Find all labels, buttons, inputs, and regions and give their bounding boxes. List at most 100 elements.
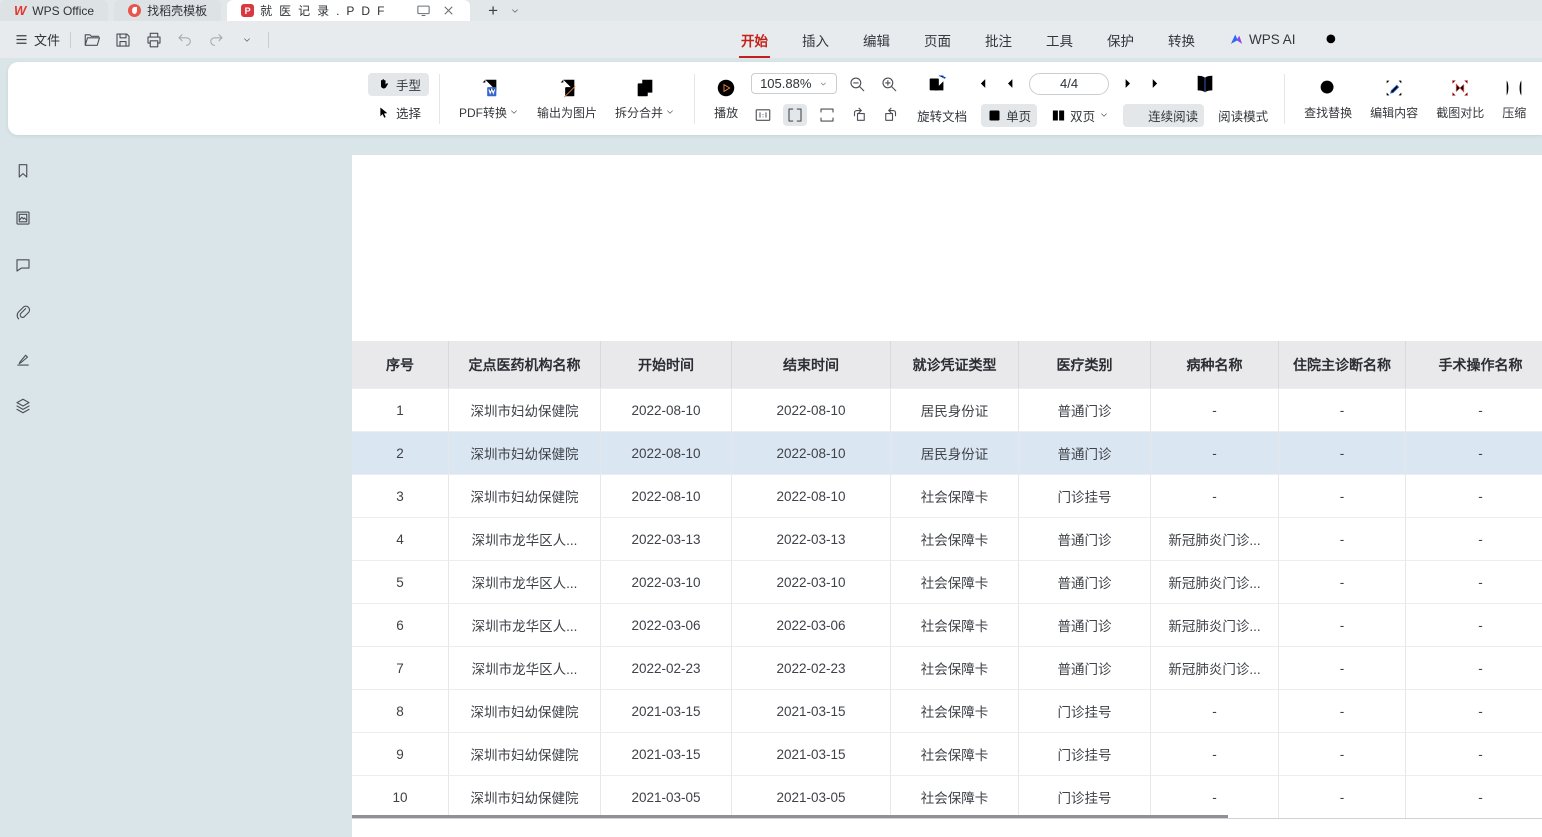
attachments-icon[interactable] (10, 299, 36, 325)
first-page-button[interactable] (971, 74, 992, 93)
redo-button[interactable] (205, 29, 227, 51)
tab-tools[interactable]: 工具 (1044, 26, 1075, 54)
tab-wps-ai[interactable]: WPS AI (1227, 28, 1298, 51)
next-page-button[interactable] (1117, 74, 1138, 93)
read-mode-button[interactable]: 阅读模式 (1212, 104, 1274, 127)
document-title: 就医记录.PDF (260, 2, 391, 19)
table-header: 序号定点医药机构名称开始时间结束时间就诊凭证类型医疗类别病种名称住院主诊断名称手… (352, 341, 1542, 388)
table-cell: - (1150, 431, 1278, 474)
table-cell: 普通门诊 (1018, 431, 1150, 474)
last-page-button[interactable] (1146, 74, 1167, 93)
table-cell: - (1278, 431, 1405, 474)
tab-docer-templates[interactable]: 找稻壳模板 (114, 0, 221, 21)
rotate-left-button[interactable] (847, 104, 871, 126)
previous-page-button[interactable] (1000, 74, 1021, 93)
zoom-out-button[interactable] (845, 73, 869, 95)
play-button[interactable]: 播放 (705, 75, 747, 123)
comments-icon[interactable] (10, 252, 36, 278)
find-replace-button[interactable]: 查找替换 (1295, 75, 1361, 123)
table-cell: 深圳市妇幼保健院 (448, 732, 600, 775)
actual-size-button[interactable] (751, 104, 775, 126)
tab-page[interactable]: 页面 (922, 26, 953, 54)
page-number-input[interactable] (1029, 73, 1109, 95)
open-file-button[interactable] (81, 29, 103, 51)
hand-tool-button[interactable]: 手型 (368, 73, 429, 96)
table-row: 7深圳市龙华区人...2022-02-232022-02-23社会保障卡普通门诊… (352, 646, 1542, 689)
ribbon-search-icon[interactable] (1324, 32, 1339, 47)
tab-protect[interactable]: 保护 (1105, 26, 1136, 54)
table-cell: 社会保障卡 (890, 603, 1018, 646)
single-page-button[interactable]: 单页 (981, 104, 1037, 127)
window-tab-bar: W WPS Office 找稻壳模板 P 就医记录.PDF + (0, 0, 1542, 21)
chevron-down-icon (665, 107, 675, 117)
table-cell: - (1278, 560, 1405, 603)
tab-insert[interactable]: 插入 (800, 26, 831, 54)
double-page-button[interactable]: 双页 (1045, 104, 1115, 127)
read-mode-book-icon[interactable] (1191, 71, 1219, 97)
table-cell: 深圳市龙华区人... (448, 517, 600, 560)
column-header: 定点医药机构名称 (448, 341, 600, 388)
table-cell: - (1150, 388, 1278, 431)
table-cell: - (1150, 732, 1278, 775)
edit-content-button[interactable]: 编辑内容 (1361, 75, 1427, 123)
table-horizontal-scrollbar[interactable] (352, 815, 1228, 818)
thumbnails-icon[interactable] (10, 205, 36, 231)
fit-page-button[interactable] (815, 104, 839, 126)
table-cell: 新冠肺炎门诊... (1150, 646, 1278, 689)
tab-wps-office[interactable]: W WPS Office (0, 0, 108, 21)
compress-button[interactable]: 压缩 (1493, 75, 1535, 123)
print-button[interactable] (143, 29, 165, 51)
table-cell: - (1150, 775, 1278, 818)
rotate-document-button[interactable]: 旋转文档 (911, 104, 973, 127)
chevron-down-icon (509, 107, 519, 117)
table-bottom-border (352, 818, 1542, 819)
bookmarks-icon[interactable] (10, 158, 36, 184)
save-button[interactable] (112, 29, 134, 51)
table-cell: 2022-02-23 (600, 646, 731, 689)
fit-width-button[interactable] (783, 104, 807, 126)
table-cell: 居民身份证 (890, 431, 1018, 474)
table-cell: 2022-08-10 (600, 388, 731, 431)
table-cell: 2021-03-15 (731, 689, 890, 732)
table-cell: 2021-03-05 (600, 775, 731, 818)
table-cell: - (1278, 775, 1405, 818)
table-cell: 深圳市龙华区人... (448, 646, 600, 689)
file-menu-button[interactable]: 文件 (0, 30, 70, 49)
table-cell: 深圳市妇幼保健院 (448, 388, 600, 431)
tab-list-chevron-icon[interactable] (510, 6, 520, 16)
tab-edit[interactable]: 编辑 (861, 26, 892, 54)
ribbon-toolbar: 手型 选择 PDF转换 输出为图片 拆分合并 播放 105.88% (8, 62, 1542, 135)
table-cell: 普通门诊 (1018, 388, 1150, 431)
table-cell: - (1405, 560, 1542, 603)
new-tab-button[interactable]: + (484, 1, 502, 21)
table-cell: - (1405, 646, 1542, 689)
layers-icon[interactable] (10, 393, 36, 419)
pdf-convert-label: PDF转换 (459, 104, 507, 121)
tab-convert[interactable]: 转换 (1166, 26, 1197, 54)
continuous-reading-button[interactable]: 连续阅读 (1123, 104, 1204, 127)
tab-document-pdf[interactable]: P 就医记录.PDF (227, 0, 470, 21)
split-merge-button[interactable]: 拆分合并 (606, 75, 684, 123)
annotate-pen-icon[interactable] (10, 346, 36, 372)
pdf-file-icon: P (241, 4, 254, 17)
zoom-in-button[interactable] (877, 73, 901, 95)
select-tool-button[interactable]: 选择 (368, 101, 429, 124)
undo-button[interactable] (174, 29, 196, 51)
table-cell: 9 (352, 732, 448, 775)
zoom-level-combo[interactable]: 105.88% (751, 73, 837, 94)
table-cell: 新冠肺炎门诊... (1150, 517, 1278, 560)
rotate-pages-icon[interactable] (923, 71, 951, 97)
table-cell: 2022-08-10 (600, 431, 731, 474)
divider (268, 32, 269, 48)
monitor-icon[interactable] (416, 3, 431, 18)
close-tab-icon[interactable] (441, 3, 456, 18)
screenshot-compare-button[interactable]: 截图对比 (1427, 75, 1493, 123)
pdf-convert-button[interactable]: PDF转换 (450, 75, 528, 123)
tab-comment[interactable]: 批注 (983, 26, 1014, 54)
export-image-button[interactable]: 输出为图片 (528, 75, 606, 123)
table-cell: 2022-08-10 (731, 474, 890, 517)
tab-home[interactable]: 开始 (739, 26, 770, 54)
rotate-right-button[interactable] (879, 104, 903, 126)
table-cell: 2022-08-10 (600, 474, 731, 517)
quickbar-chevron-icon[interactable] (236, 29, 258, 51)
